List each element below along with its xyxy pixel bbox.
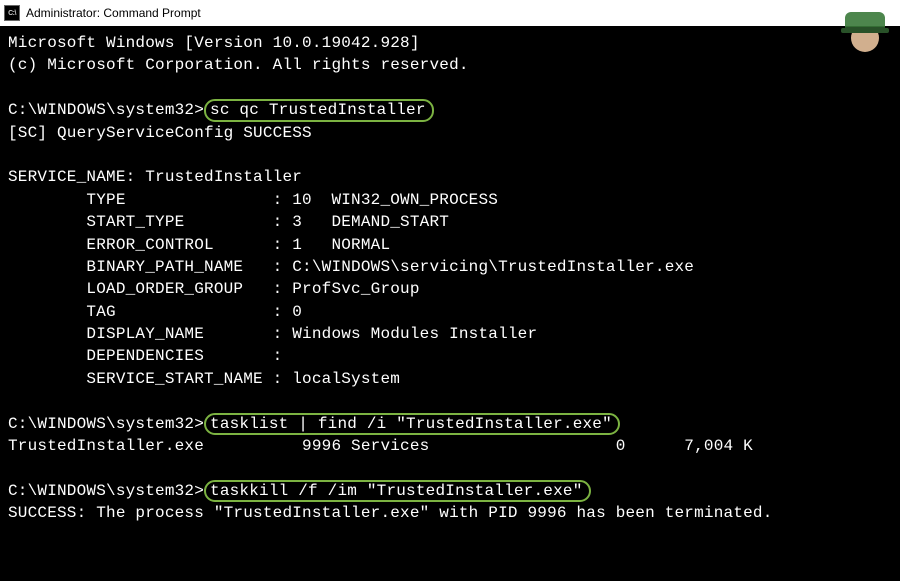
cmd-icon-text: C:\	[8, 10, 16, 17]
field-service-start-name: SERVICE_START_NAME : localSystem	[8, 368, 892, 390]
sc-result-line: [SC] QueryServiceConfig SUCCESS	[8, 122, 892, 144]
field-binary-path: BINARY_PATH_NAME : C:\WINDOWS\servicing\…	[8, 256, 892, 278]
cmd-icon: C:\	[4, 5, 20, 21]
taskkill-result: SUCCESS: The process "TrustedInstaller.e…	[8, 502, 892, 524]
command-taskkill: taskkill /f /im "TrustedInstaller.exe"	[204, 480, 590, 502]
service-name-line: SERVICE_NAME: TrustedInstaller	[8, 166, 892, 188]
field-load-order: LOAD_ORDER_GROUP : ProfSvc_Group	[8, 278, 892, 300]
field-tag: TAG : 0	[8, 301, 892, 323]
tasklist-row: TrustedInstaller.exe 9996 Services 0 7,0…	[8, 435, 892, 457]
command-tasklist: tasklist | find /i "TrustedInstaller.exe…	[204, 413, 620, 435]
field-error-control: ERROR_CONTROL : 1 NORMAL	[8, 234, 892, 256]
terminal-output[interactable]: Microsoft Windows [Version 10.0.19042.92…	[0, 26, 900, 531]
blank-line	[8, 144, 892, 166]
window-title: Administrator: Command Prompt	[26, 6, 201, 20]
field-dependencies: DEPENDENCIES :	[8, 345, 892, 367]
watermark-avatar	[840, 6, 890, 56]
prompt-text: C:\WINDOWS\system32>	[8, 482, 204, 500]
prompt-text: C:\WINDOWS\system32>	[8, 101, 204, 119]
command-sc-qc: sc qc TrustedInstaller	[204, 99, 434, 121]
blank-line	[8, 77, 892, 99]
blank-line	[8, 390, 892, 412]
prompt-text: C:\WINDOWS\system32>	[8, 415, 204, 433]
prompt-line-3: C:\WINDOWS\system32>taskkill /f /im "Tru…	[8, 480, 892, 502]
window-titlebar[interactable]: C:\ Administrator: Command Prompt	[0, 0, 900, 26]
field-type: TYPE : 10 WIN32_OWN_PROCESS	[8, 189, 892, 211]
banner-line: Microsoft Windows [Version 10.0.19042.92…	[8, 32, 892, 54]
field-start-type: START_TYPE : 3 DEMAND_START	[8, 211, 892, 233]
field-display-name: DISPLAY_NAME : Windows Modules Installer	[8, 323, 892, 345]
prompt-line-1: C:\WINDOWS\system32>sc qc TrustedInstall…	[8, 99, 892, 121]
prompt-line-2: C:\WINDOWS\system32>tasklist | find /i "…	[8, 413, 892, 435]
copyright-line: (c) Microsoft Corporation. All rights re…	[8, 54, 892, 76]
blank-line	[8, 457, 892, 479]
